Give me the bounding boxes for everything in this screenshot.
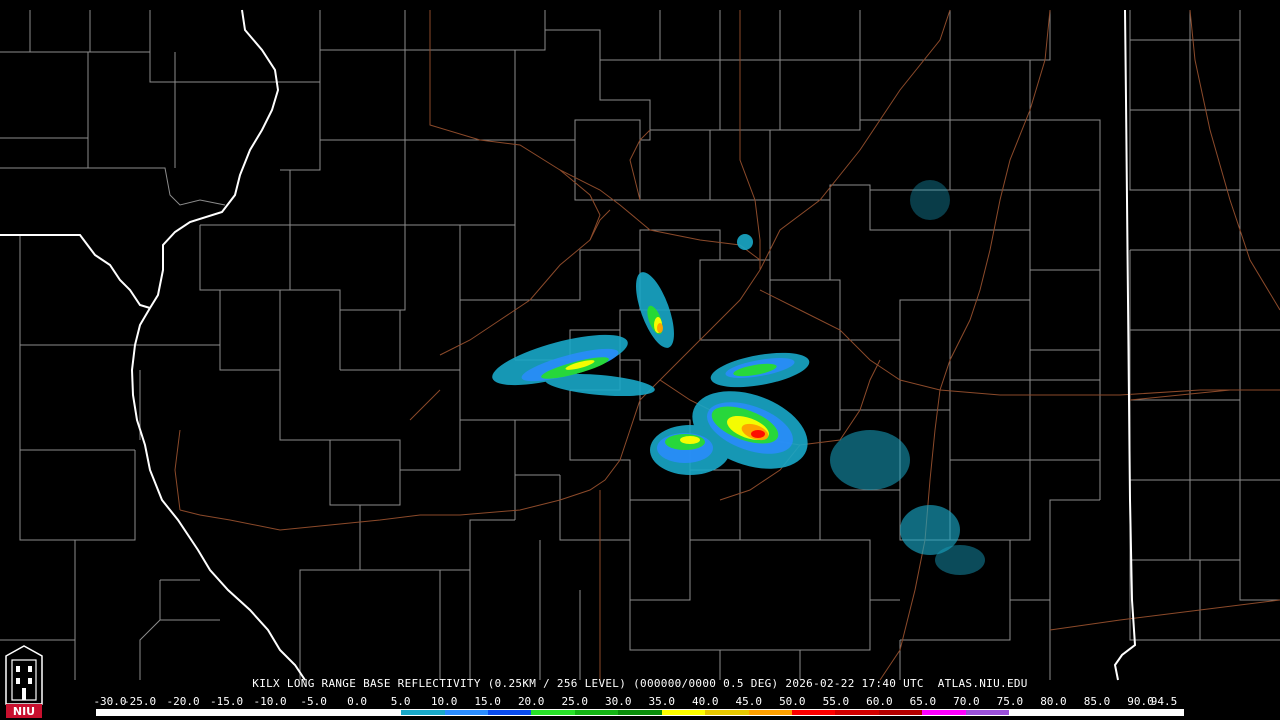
legend-swatch xyxy=(357,710,402,715)
radar-map-view: NIU KILX LONG RANGE BASE REFLECTIVITY (0… xyxy=(0,0,1280,720)
legend-label: 55.0 xyxy=(822,695,850,708)
radar-id: KILX xyxy=(252,677,280,690)
legend-swatch xyxy=(487,710,532,715)
legend-label: 50.0 xyxy=(779,695,806,708)
legend-swatch xyxy=(140,710,184,715)
radar-echoes xyxy=(492,180,985,575)
legend-label: -15.0 xyxy=(209,695,244,708)
legend-label: 80.0 xyxy=(1040,695,1067,708)
legend-label: 90.0 xyxy=(1127,695,1154,708)
legend-swatch xyxy=(531,710,575,715)
legend-swatch xyxy=(835,710,879,715)
product-name: LONG RANGE BASE REFLECTIVITY xyxy=(286,677,481,690)
legend-label: 60.0 xyxy=(866,695,893,708)
legend-labels: -30.0 -25.0 -20.0 -15.0 -10.0 -5.0 0.0 5.0 10.0 1… xyxy=(93,695,1186,709)
legend-label: 15.0 xyxy=(474,695,501,708)
legend-label: 0.0 xyxy=(347,695,368,708)
radar-map xyxy=(0,9,1280,681)
logo-text: NIU xyxy=(13,705,35,718)
legend-swatch xyxy=(1139,710,1183,715)
legend-label: 45.0 xyxy=(735,695,763,708)
legend-label: 10.0 xyxy=(430,695,458,708)
legend-swatch xyxy=(965,710,1010,715)
legend-swatch xyxy=(748,710,792,715)
legend-swatch xyxy=(792,710,836,715)
legend-swatch xyxy=(705,710,749,715)
legend-swatch xyxy=(97,710,141,715)
legend-swatch xyxy=(1052,710,1097,715)
legend-label: 75.0 xyxy=(996,695,1024,708)
legend-label: 65.0 xyxy=(909,695,937,708)
legend-swatch xyxy=(574,710,619,715)
legend-swatch xyxy=(618,710,662,715)
legend-label: -10.0 xyxy=(253,695,287,708)
legend-swatch xyxy=(183,710,228,715)
legend-color-bar xyxy=(96,709,1184,716)
legend-label: 35.0 xyxy=(648,695,676,708)
legend-swatch xyxy=(314,710,358,715)
product-title: KILX LONG RANGE BASE REFLECTIVITY (0.25K… xyxy=(0,677,1280,691)
legend-swatch xyxy=(661,710,706,715)
legend-label: 20.0 xyxy=(517,695,545,708)
legend-label: 40.0 xyxy=(692,695,719,708)
product-resolution: (0.25KM / 256 LEVEL) xyxy=(487,677,627,690)
legend-swatch xyxy=(401,710,445,715)
highways xyxy=(174,9,1280,681)
legend-swatch xyxy=(1096,710,1140,715)
legend-label: 85.0 xyxy=(1083,695,1111,708)
legend-label: -25.0 xyxy=(122,695,157,708)
site-url: ATLAS.NIU.EDU xyxy=(937,677,1028,690)
legend-swatch xyxy=(227,710,271,715)
volume-info: (000000/0000 0.5 DEG) xyxy=(633,677,779,690)
legend-label: 70.0 xyxy=(953,695,980,708)
timestamp: 2026-02-22 17:40 UTC xyxy=(785,677,924,690)
legend-label: -30.0 xyxy=(93,695,127,708)
legend-label: -5.0 xyxy=(300,695,327,708)
legend-swatch xyxy=(878,710,923,715)
legend-label: -20.0 xyxy=(166,695,200,708)
legend-label: 30.0 xyxy=(604,695,632,708)
legend-swatch xyxy=(1009,710,1053,715)
county-boundaries xyxy=(0,10,1280,680)
legend-swatch xyxy=(444,710,488,715)
legend-swatch xyxy=(922,710,966,715)
legend-label: 5.0 xyxy=(390,695,411,708)
legend-swatch xyxy=(270,710,315,715)
legend-label: 25.0 xyxy=(561,695,588,708)
legend-label: 94.5 xyxy=(1150,695,1178,708)
